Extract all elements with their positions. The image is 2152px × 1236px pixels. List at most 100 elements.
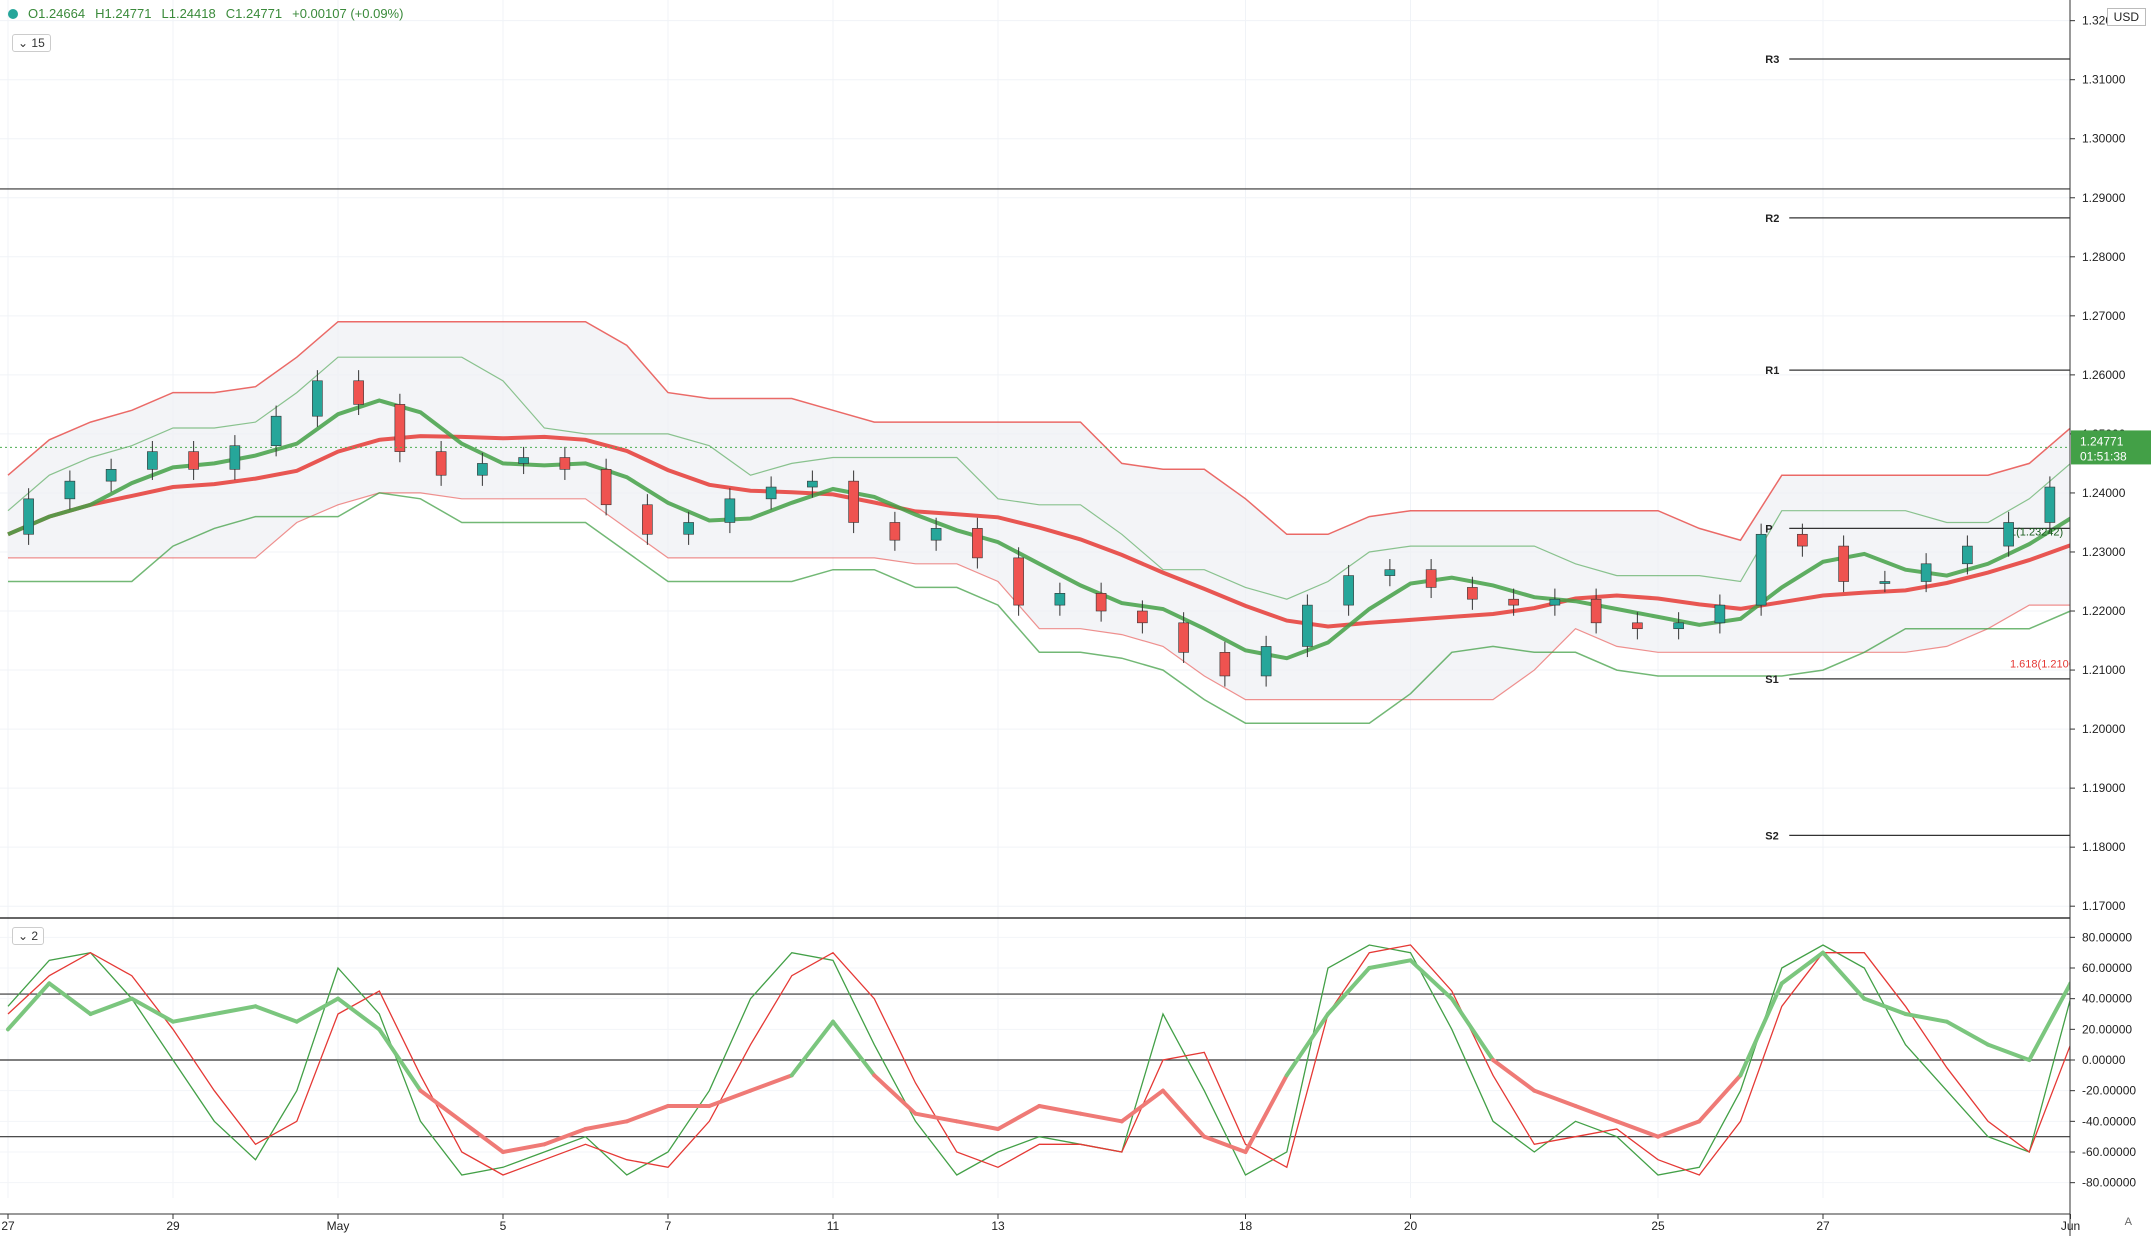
candle-body xyxy=(312,380,323,417)
candle-body xyxy=(477,463,488,476)
oscillator-main-segment xyxy=(1078,1111,1124,1124)
time-tick-label: 13 xyxy=(991,1219,1005,1233)
candle-body xyxy=(1838,545,1849,582)
time-tick-label: 29 xyxy=(166,1219,180,1233)
candle-body xyxy=(1260,646,1272,677)
oscillator-main-segment xyxy=(1284,1012,1330,1078)
candle-body xyxy=(807,480,818,488)
time-tick-label: 18 xyxy=(1239,1219,1253,1233)
candle-body xyxy=(1632,622,1643,630)
candle-body xyxy=(1137,610,1148,624)
oscillator-main-segment xyxy=(624,1104,670,1124)
pivot-label: R3 xyxy=(1765,54,1779,66)
price-tick-label: 1.18000 xyxy=(2082,840,2126,854)
oscillator-main-segment xyxy=(1367,958,1413,970)
chart-canvas[interactable]: R3R2R1PS1S2R3R2R1PS1S2S3R3PS31(1.23242)1… xyxy=(0,0,2152,1236)
oscillator-main-segment xyxy=(1408,958,1454,1001)
price-tick-label: 1.17000 xyxy=(2082,899,2126,913)
candle-body xyxy=(229,445,241,470)
oscillator-fast-line xyxy=(7,944,2152,1176)
oscillator-main-segment xyxy=(1119,1088,1165,1124)
candle-body xyxy=(600,469,612,506)
osc-tick-label: -60.00000 xyxy=(2082,1145,2136,1159)
candle-body xyxy=(1343,575,1354,606)
candle-body xyxy=(270,415,282,447)
candle-body xyxy=(2003,522,2014,547)
oscillator-main-segment xyxy=(212,1004,258,1016)
osc-tick-label: 0.00000 xyxy=(2082,1053,2126,1067)
candle-body xyxy=(1219,652,1231,677)
time-tick-label: 25 xyxy=(1651,1219,1665,1233)
oscillator-main-segment xyxy=(1986,1042,2032,1062)
price-tick-label: 1.30000 xyxy=(2082,132,2126,146)
oscillator-main-segment xyxy=(1862,996,1908,1016)
candle-body xyxy=(559,457,571,470)
oscillator-main-segment xyxy=(1243,1073,1289,1154)
interval-label: 15 xyxy=(31,36,45,50)
oscillator-main-segment xyxy=(748,1073,794,1093)
bar-countdown: 01:51:38 xyxy=(2080,449,2127,463)
osc-tick-label: -40.00000 xyxy=(2082,1114,2136,1128)
osc-tick-label: -20.00000 xyxy=(2082,1084,2136,1098)
candle-body xyxy=(1302,604,1313,647)
time-tick-label: 27 xyxy=(1816,1219,1830,1233)
oscillator-main-segment xyxy=(1944,1019,1990,1047)
symbol-status-icon xyxy=(8,8,18,19)
candle-body xyxy=(1714,604,1726,624)
oscillator-main-segment xyxy=(1573,1104,1619,1124)
candle-body xyxy=(1797,533,1808,547)
candle-body xyxy=(1962,545,1973,565)
currency-button[interactable]: USD xyxy=(2106,8,2146,26)
oscillator-main-segment xyxy=(1903,1012,1949,1024)
last-price-value: 1.24771 xyxy=(2080,434,2124,448)
candle-body xyxy=(188,451,199,470)
pivot-label: R2 xyxy=(1765,213,1779,225)
price-tick-label: 1.28000 xyxy=(2082,250,2126,264)
candle-body xyxy=(353,380,364,405)
price-tick-label: 1.31000 xyxy=(2082,73,2126,87)
candle-body xyxy=(1879,581,1891,584)
price-tick-label: 1.22000 xyxy=(2082,604,2126,618)
legend-low: L1.24418 xyxy=(161,6,216,21)
candle-body xyxy=(724,498,736,523)
osc-tick-label: 80.00000 xyxy=(2082,930,2132,944)
osc-tick-label: 20.00000 xyxy=(2082,1022,2132,1036)
interval-toggle-button[interactable]: ⌄ 15 xyxy=(12,34,51,52)
legend-open: O1.24664 xyxy=(28,6,86,21)
candle-body xyxy=(930,528,942,541)
price-tick-label: 1.27000 xyxy=(2082,309,2126,323)
price-tick-label: 1.21000 xyxy=(2082,663,2126,677)
legend-close: C1.24771 xyxy=(225,6,283,21)
candle-body xyxy=(1013,557,1024,606)
legend-change: +0.00107 (+0.09%) xyxy=(292,6,404,21)
candle-body xyxy=(1549,598,1561,606)
oscillator-main-segment xyxy=(872,1073,918,1116)
legend-high: H1.24771 xyxy=(95,6,152,21)
oscillator-toggle-button[interactable]: ⌄ 2 xyxy=(12,927,45,945)
candle-body xyxy=(1095,593,1107,612)
candle-body xyxy=(889,522,901,541)
oscillator-main-segment xyxy=(418,1088,464,1124)
oscillator-main-segment xyxy=(501,1142,547,1154)
oscillator-main-segment xyxy=(336,996,382,1032)
candle-body xyxy=(765,486,777,500)
auto-scale-button[interactable]: A xyxy=(2125,1216,2132,1228)
candle-body xyxy=(1508,598,1519,606)
price-tick-label: 1.19000 xyxy=(2082,781,2126,795)
oscillator-main-segment xyxy=(6,981,52,1032)
price-tick-label: 1.20000 xyxy=(2082,722,2126,736)
oscillator-main-segment xyxy=(1821,950,1867,1001)
candle-body xyxy=(64,480,76,500)
candle-body xyxy=(1054,593,1066,606)
candle-body xyxy=(518,457,529,464)
candle-body xyxy=(1920,563,1932,582)
time-tick-label: Jun xyxy=(2061,1219,2080,1233)
candle-body xyxy=(1425,569,1437,588)
candle-body xyxy=(23,498,34,535)
candle-body xyxy=(2044,486,2056,523)
pivot-label: S2 xyxy=(1765,830,1778,842)
candle-body xyxy=(435,451,447,476)
candle-body xyxy=(1673,622,1684,630)
pivot-label: R1 xyxy=(1765,365,1779,377)
pivot-label: S1 xyxy=(1765,674,1778,686)
